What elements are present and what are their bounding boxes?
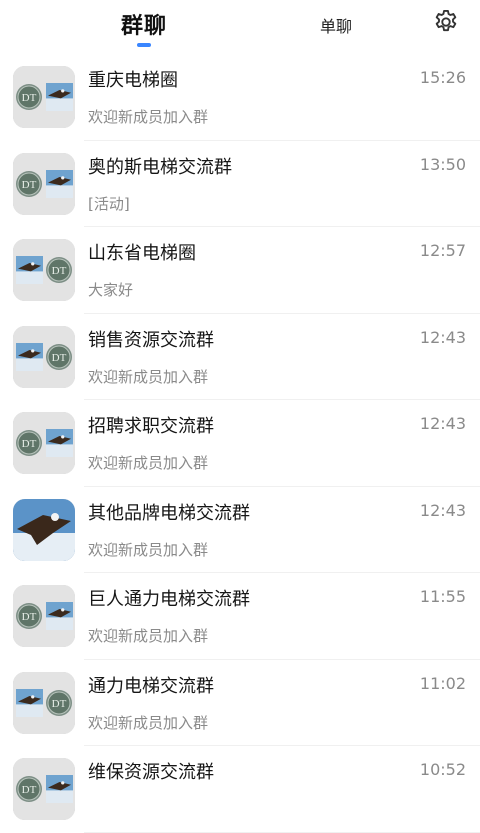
chat-name: 招聘求职交流群 [88, 416, 214, 437]
settings-button[interactable] [430, 6, 462, 38]
chat-list-item[interactable]: 其他品牌电梯交流群 欢迎新成员加入群 12:43 [0, 487, 480, 574]
gear-icon [435, 9, 457, 32]
tab-single-chat[interactable]: 单聊 [300, 0, 372, 56]
group-avatar [13, 498, 75, 561]
group-avatar: DT [13, 325, 75, 388]
group-avatar: DT [13, 412, 75, 474]
eagle-photo [46, 169, 73, 198]
chat-time: 11:55 [419, 587, 466, 606]
svg-text:DT: DT [22, 92, 37, 104]
chat-list-item[interactable]: DT 巨人通力电梯交流群 欢迎新成员加入群 11:55 [0, 573, 480, 660]
chat-last-message: 欢迎新成员加入群 [88, 713, 209, 732]
chat-list-item[interactable]: DT 奥的斯电梯交流群 [活动] 13:50 [0, 141, 480, 228]
eagle-photo [16, 256, 43, 284]
chat-list-item[interactable]: DT 山东省电梯圈 大家好 12:57 [0, 227, 480, 314]
chat-list-item[interactable]: DT 销售资源交流群 欢迎新成员加入群 12:43 [0, 314, 480, 401]
tab-group-chat-label: 群聊 [120, 14, 167, 39]
chat-name: 山东省电梯圈 [88, 243, 196, 264]
chat-last-message: 欢迎新成员加入群 [88, 367, 209, 386]
chat-time: 13:50 [419, 154, 466, 174]
top-bar: 群聊 单聊 [0, 0, 480, 56]
chat-last-message: 欢迎新成员加入群 [88, 627, 209, 645]
svg-text:DT: DT [52, 698, 67, 710]
dt-logo: DT [46, 257, 72, 283]
svg-text:DT: DT [22, 438, 37, 450]
dt-logo: DT [16, 430, 42, 456]
dt-logo: DT [16, 603, 42, 629]
group-avatar: DT [13, 66, 75, 128]
chat-time: 12:57 [419, 241, 466, 260]
dt-logo: DT [46, 343, 72, 370]
chat-name: 重庆电梯圈 [88, 70, 178, 91]
chat-time: 12:43 [419, 327, 466, 347]
dt-logo: DT [16, 170, 42, 197]
chat-list: DT 重庆电梯圈 欢迎新成员加入群 15:26 DT 奥的斯电梯交流群 [活动] 13:50 D… [0, 54, 480, 833]
group-avatar: DT [13, 758, 75, 820]
chat-name: 其他品牌电梯交流群 [88, 502, 250, 524]
chat-time: 11:02 [419, 673, 466, 693]
chat-name: 奥的斯电梯交流群 [88, 156, 232, 178]
eagle-photo [46, 83, 73, 111]
eagle-photo [16, 342, 43, 371]
chat-time: 10:52 [419, 760, 466, 779]
svg-text:DT: DT [22, 179, 37, 191]
chat-list-item[interactable]: DT 维保资源交流群 10:52 [0, 746, 480, 833]
group-avatar: DT [13, 585, 75, 647]
group-avatar: DT [13, 152, 75, 215]
svg-text:DT: DT [22, 611, 37, 623]
chat-name: 维保资源交流群 [88, 762, 214, 783]
chat-time: 12:43 [419, 500, 466, 520]
chat-list-item[interactable]: DT 通力电梯交流群 欢迎新成员加入群 11:02 [0, 660, 480, 747]
tab-single-chat-label: 单聊 [319, 17, 352, 36]
svg-text:DT: DT [52, 265, 67, 277]
chat-last-message: 欢迎新成员加入群 [88, 540, 209, 559]
chat-last-message: 大家好 [88, 281, 134, 299]
chat-name: 销售资源交流群 [88, 329, 214, 351]
chat-last-message: 欢迎新成员加入群 [88, 108, 209, 126]
chat-name: 巨人通力电梯交流群 [88, 589, 250, 610]
eagle-photo [46, 429, 73, 457]
dt-logo: DT [46, 689, 72, 716]
chat-time: 12:43 [419, 414, 466, 433]
active-tab-indicator [137, 43, 151, 47]
chat-last-message: [活动] [88, 194, 130, 213]
chat-name: 通力电梯交流群 [88, 675, 214, 697]
chat-list-item[interactable]: DT 招聘求职交流群 欢迎新成员加入群 12:43 [0, 400, 480, 487]
svg-text:DT: DT [52, 352, 67, 364]
chat-time: 15:26 [419, 68, 466, 87]
svg-text:DT: DT [22, 784, 37, 796]
chat-last-message: 欢迎新成员加入群 [88, 454, 209, 472]
chat-list-item[interactable]: DT 重庆电梯圈欢迎新成员加入群 15:26 [0, 54, 480, 141]
eagle-photo [16, 688, 43, 717]
dt-logo: DT [16, 84, 42, 110]
tab-group-chat[interactable]: 群聊 [112, 0, 176, 56]
group-avatar: DT [13, 671, 75, 734]
group-avatar: DT [13, 239, 75, 301]
eagle-photo [46, 602, 73, 630]
dt-logo: DT [16, 776, 42, 802]
eagle-photo [46, 775, 73, 803]
